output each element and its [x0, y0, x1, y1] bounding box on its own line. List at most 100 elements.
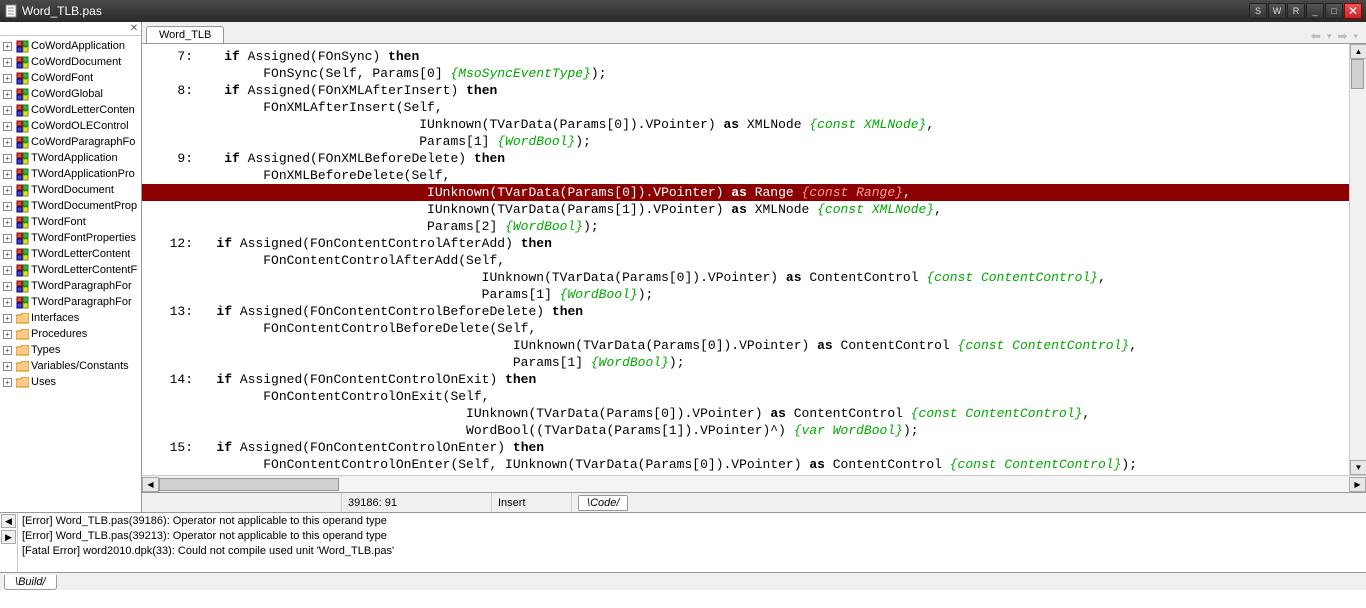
message-line[interactable]: [Fatal Error] word2010.dpk(33): Could no…: [22, 545, 1362, 560]
nav-forward-icon[interactable]: ➡: [1337, 29, 1347, 43]
code-line[interactable]: FOnContentControlAfterAdd(Self,: [142, 252, 1349, 269]
editor-tab[interactable]: Word_TLB: [146, 26, 224, 43]
tree-item[interactable]: +TWordLetterContent: [0, 246, 141, 262]
msg-expand-button[interactable]: ▶: [1, 530, 16, 544]
message-line[interactable]: [Error] Word_TLB.pas(39186): Operator no…: [22, 515, 1362, 530]
expander-icon[interactable]: +: [3, 154, 12, 163]
msg-collapse-button[interactable]: ◀: [1, 514, 16, 528]
expander-icon[interactable]: +: [3, 186, 12, 195]
tree-close-icon[interactable]: ✕: [127, 22, 141, 34]
expander-icon[interactable]: +: [3, 250, 12, 259]
code-line[interactable]: Params[1] {WordBool});: [142, 354, 1349, 371]
code-line[interactable]: FOnXMLAfterInsert(Self,: [142, 99, 1349, 116]
message-list[interactable]: [Error] Word_TLB.pas(39186): Operator no…: [18, 513, 1366, 572]
tree-item[interactable]: +TWordApplicationPro: [0, 166, 141, 182]
expander-icon[interactable]: +: [3, 298, 12, 307]
expander-icon[interactable]: +: [3, 106, 12, 115]
tree-item[interactable]: +TWordFontProperties: [0, 230, 141, 246]
expander-icon[interactable]: +: [3, 122, 12, 131]
code-line[interactable]: Params[1] {WordBool});: [142, 286, 1349, 303]
w-button[interactable]: W: [1268, 3, 1286, 19]
nav-back-dropdown-icon[interactable]: ▾: [1327, 31, 1332, 42]
tree-item[interactable]: +TWordLetterContentF: [0, 262, 141, 278]
expander-icon[interactable]: +: [3, 378, 12, 387]
scroll-left-button[interactable]: ◀: [142, 477, 159, 492]
structure-tree[interactable]: +CoWordApplication+CoWordDocument+CoWord…: [0, 36, 141, 512]
expander-icon[interactable]: +: [3, 58, 12, 67]
code-line[interactable]: IUnknown(TVarData(Params[1]).VPointer) a…: [142, 201, 1349, 218]
scroll-up-button[interactable]: ▲: [1350, 44, 1366, 59]
code-line[interactable]: 9: if Assigned(FOnXMLBeforeDelete) then: [142, 150, 1349, 167]
code-line[interactable]: FOnXMLBeforeDelete(Self,: [142, 167, 1349, 184]
expander-icon[interactable]: +: [3, 74, 12, 83]
tree-item[interactable]: +TWordParagraphFor: [0, 294, 141, 310]
code-editor[interactable]: 7: if Assigned(FOnSync) then FOnSync(Sel…: [142, 44, 1349, 475]
expander-icon[interactable]: +: [3, 314, 12, 323]
code-line[interactable]: IUnknown(TVarData(Params[0]).VPointer) a…: [142, 269, 1349, 286]
expander-icon[interactable]: +: [3, 42, 12, 51]
tree-item[interactable]: +CoWordOLEControl: [0, 118, 141, 134]
vscroll-thumb[interactable]: [1351, 59, 1364, 89]
code-line[interactable]: FOnContentControlOnEnter(Self, IUnknown(…: [142, 456, 1349, 473]
hscroll-thumb[interactable]: [159, 478, 339, 491]
nav-forward-dropdown-icon[interactable]: ▾: [1353, 31, 1358, 42]
tree-item[interactable]: +Interfaces: [0, 310, 141, 326]
code-line[interactable]: 7: if Assigned(FOnSync) then: [142, 48, 1349, 65]
code-line[interactable]: 15: if Assigned(FOnContentControlOnEnter…: [142, 439, 1349, 456]
expander-icon[interactable]: +: [3, 90, 12, 99]
tree-item[interactable]: +CoWordFont: [0, 70, 141, 86]
code-line[interactable]: 13: if Assigned(FOnContentControlBeforeD…: [142, 303, 1349, 320]
code-line[interactable]: IUnknown(TVarData(Params[0]).VPointer) a…: [142, 405, 1349, 422]
tree-item[interactable]: +TWordApplication: [0, 150, 141, 166]
r-button[interactable]: R: [1287, 3, 1305, 19]
code-line[interactable]: IUnknown(TVarData(Params[0]).VPointer) a…: [142, 337, 1349, 354]
tree-item[interactable]: +Variables/Constants: [0, 358, 141, 374]
expander-icon[interactable]: +: [3, 282, 12, 291]
code-line[interactable]: 14: if Assigned(FOnContentControlOnExit)…: [142, 371, 1349, 388]
expander-icon[interactable]: +: [3, 138, 12, 147]
horizontal-scrollbar[interactable]: ◀ ▶: [142, 475, 1366, 492]
vertical-scrollbar[interactable]: ▲ ▼: [1349, 44, 1366, 475]
code-line[interactable]: FOnSync(Self, Params[0] {MsoSyncEventTyp…: [142, 65, 1349, 82]
message-line[interactable]: [Error] Word_TLB.pas(39213): Operator no…: [22, 530, 1362, 545]
s-button[interactable]: S: [1249, 3, 1267, 19]
build-tab[interactable]: \Build/: [4, 575, 57, 590]
scroll-right-button[interactable]: ▶: [1349, 477, 1366, 492]
tree-item[interactable]: +Types: [0, 342, 141, 358]
tree-item[interactable]: +CoWordDocument: [0, 54, 141, 70]
tree-item-label: CoWordParagraphFo: [31, 136, 135, 148]
expander-icon[interactable]: +: [3, 330, 12, 339]
code-line[interactable]: Params[2] {WordBool});: [142, 218, 1349, 235]
minimize-button[interactable]: _: [1306, 3, 1324, 19]
tree-item[interactable]: +CoWordGlobal: [0, 86, 141, 102]
tree-item[interactable]: +TWordDocument: [0, 182, 141, 198]
expander-icon[interactable]: +: [3, 218, 12, 227]
code-line[interactable]: 12: if Assigned(FOnContentControlAfterAd…: [142, 235, 1349, 252]
expander-icon[interactable]: +: [3, 170, 12, 179]
tree-item[interactable]: +CoWordApplication: [0, 38, 141, 54]
nav-back-icon[interactable]: ⬅: [1311, 29, 1321, 43]
code-line[interactable]: 8: if Assigned(FOnXMLAfterInsert) then: [142, 82, 1349, 99]
tree-item[interactable]: +CoWordLetterConten: [0, 102, 141, 118]
close-button[interactable]: ✕: [1344, 3, 1362, 19]
maximize-button[interactable]: □: [1325, 3, 1343, 19]
expander-icon[interactable]: +: [3, 346, 12, 355]
code-line[interactable]: Params[1] {WordBool});: [142, 133, 1349, 150]
tree-item[interactable]: +TWordParagraphFor: [0, 278, 141, 294]
code-view-tab[interactable]: \Code/: [578, 495, 628, 511]
code-line-error[interactable]: IUnknown(TVarData(Params[0]).VPointer) a…: [142, 184, 1349, 201]
expander-icon[interactable]: +: [3, 234, 12, 243]
expander-icon[interactable]: +: [3, 362, 12, 371]
code-line[interactable]: IUnknown(TVarData(Params[0]).VPointer) a…: [142, 116, 1349, 133]
scroll-down-button[interactable]: ▼: [1350, 460, 1366, 475]
code-line[interactable]: WordBool((TVarData(Params[1]).VPointer)^…: [142, 422, 1349, 439]
tree-item[interactable]: +TWordFont: [0, 214, 141, 230]
tree-item[interactable]: +Procedures: [0, 326, 141, 342]
tree-item[interactable]: +Uses: [0, 374, 141, 390]
tree-item[interactable]: + CoWordParagraphFo: [0, 134, 141, 150]
code-line[interactable]: FOnContentControlBeforeDelete(Self,: [142, 320, 1349, 337]
tree-item[interactable]: +TWordDocumentProp: [0, 198, 141, 214]
code-line[interactable]: FOnContentControlOnExit(Self,: [142, 388, 1349, 405]
expander-icon[interactable]: +: [3, 266, 12, 275]
expander-icon[interactable]: +: [3, 202, 12, 211]
